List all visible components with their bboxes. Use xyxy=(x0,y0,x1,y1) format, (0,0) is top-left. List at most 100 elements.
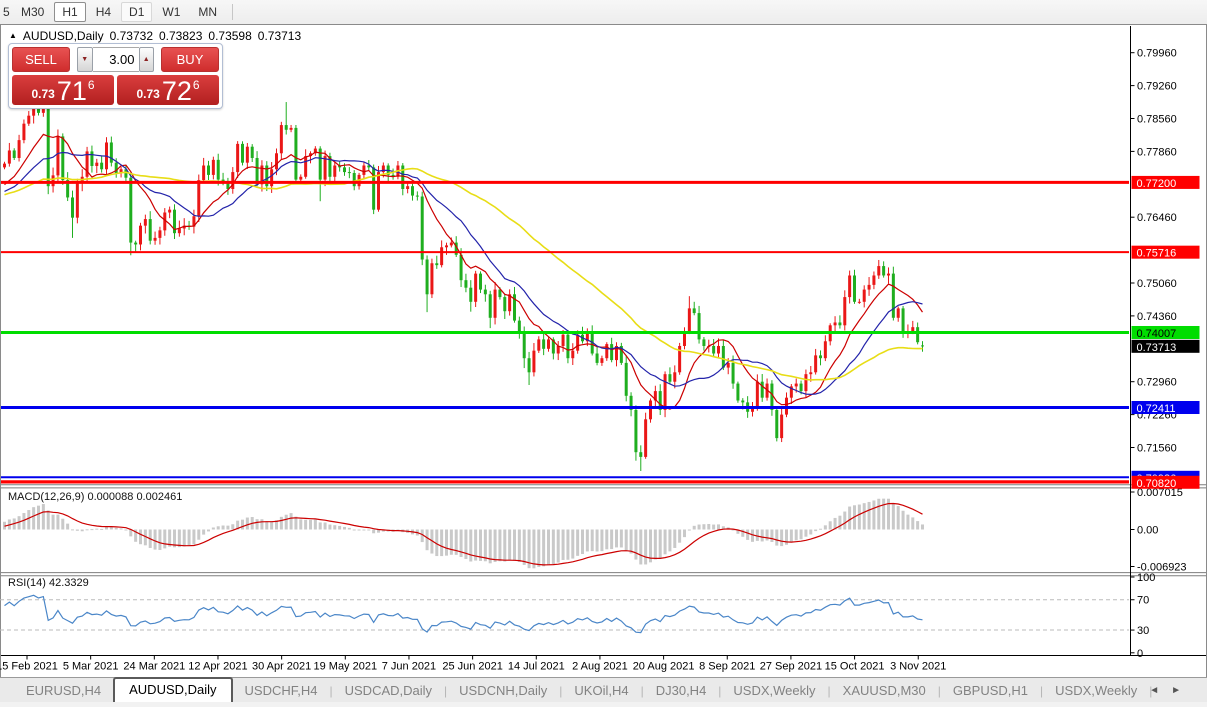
buy-price-display[interactable]: 0.73 72 6 xyxy=(117,75,219,105)
timeframe-button-w1[interactable]: W1 xyxy=(154,2,188,22)
macd-bar xyxy=(503,529,507,562)
candle-body xyxy=(891,273,895,318)
candle-body xyxy=(882,266,886,276)
macd-bar xyxy=(61,518,65,530)
candle-body xyxy=(687,308,691,332)
candle-body xyxy=(600,358,604,363)
volume-decrease-button[interactable]: ▼ xyxy=(76,47,93,72)
price-badge-label: 0.70820 xyxy=(1137,478,1177,490)
tab-scroll-right-icon[interactable]: ► xyxy=(1171,685,1193,696)
chart-tab-usdx-weekly[interactable]: USDX,Weekly xyxy=(1043,680,1149,702)
macd-bar xyxy=(100,528,104,530)
timeframe-button-5[interactable]: 5 xyxy=(0,2,11,22)
candle-body xyxy=(857,301,861,303)
toolbar-separator xyxy=(232,4,234,20)
chart-background xyxy=(0,24,1207,677)
macd-bar xyxy=(576,529,580,556)
candle-body xyxy=(780,414,784,439)
buy-button[interactable]: BUY xyxy=(161,47,219,72)
candle-body xyxy=(143,219,147,226)
macd-bar xyxy=(823,525,827,530)
candle-body xyxy=(595,353,599,363)
sell-price-prefix: 0.73 xyxy=(31,87,55,101)
candle-body xyxy=(644,419,648,457)
macd-bar xyxy=(270,521,274,530)
volume-increase-button[interactable]: ▲ xyxy=(138,47,155,72)
price-badge-label: 0.73713 xyxy=(1137,342,1177,354)
candle-body xyxy=(464,280,468,288)
macd-bar xyxy=(619,529,623,548)
candle-body xyxy=(134,242,138,245)
chart-title-row: ▲ AUDUSD,Daily 0.73732 0.73823 0.73598 0… xyxy=(9,29,301,43)
candle-body xyxy=(877,266,881,276)
macd-bar xyxy=(872,500,876,530)
chart-tab-usdchf-h4[interactable]: USDCHF,H4 xyxy=(233,680,330,702)
macd-bar xyxy=(362,529,366,531)
timeframe-button-mn[interactable]: MN xyxy=(190,2,225,22)
chart-tab-ukoil-h4[interactable]: UKOil,H4 xyxy=(562,680,640,702)
price-badge-label: 0.75716 xyxy=(1137,248,1177,260)
macd-bar xyxy=(551,529,555,565)
candle-body xyxy=(920,345,924,347)
candle-body xyxy=(129,177,133,243)
candle-body xyxy=(299,176,303,180)
candle-body xyxy=(197,180,201,217)
timeframe-button-h1[interactable]: H1 xyxy=(54,2,86,22)
chart-tab-bar: EURUSD,H4 AUDUSD,Daily USDCHF,H4 | USDCAD,Da… xyxy=(0,677,1207,702)
timeframe-button-m30[interactable]: M30 xyxy=(13,2,52,22)
macd-bar xyxy=(658,529,662,559)
candle-body xyxy=(794,383,798,387)
chart-tab-xauusd-m30[interactable]: XAUUSD,M30 xyxy=(831,680,938,702)
macd-bar xyxy=(192,529,196,545)
volume-input[interactable] xyxy=(92,47,139,72)
candle-body xyxy=(610,344,614,361)
candle-body xyxy=(3,163,6,168)
chart-tab-usdcad-daily[interactable]: USDCAD,Daily xyxy=(333,680,444,702)
macd-bar xyxy=(760,529,764,542)
chart-window: 0.79960 0.79260 0.78560 0.77860 0.76460 0.750… xyxy=(0,24,1207,677)
chart-tab-usdx-weekly[interactable]: USDX,Weekly xyxy=(721,680,827,702)
timeframe-button-d1[interactable]: D1 xyxy=(121,2,153,22)
macd-bar xyxy=(493,529,497,562)
macd-bar xyxy=(182,529,186,547)
rsi-axis-label: 100 xyxy=(1137,572,1155,584)
chart-tab-audusd-daily[interactable]: AUDUSD,Daily xyxy=(113,677,233,702)
macd-bar xyxy=(464,529,468,559)
price-chart-svg[interactable]: 0.79960 0.79260 0.78560 0.77860 0.76460 0.750… xyxy=(0,24,1207,677)
tab-scroll-left-icon[interactable]: ◄ xyxy=(1149,685,1171,696)
sell-price-display[interactable]: 0.73 71 6 xyxy=(12,75,114,105)
macd-bar xyxy=(32,507,36,530)
macd-bar xyxy=(357,529,361,531)
candle-body xyxy=(673,372,677,382)
sell-button[interactable]: SELL xyxy=(12,47,70,72)
macd-bar xyxy=(692,525,696,530)
macd-bar xyxy=(532,529,536,569)
date-label: 30 Apr 2021 xyxy=(252,661,311,673)
candle-body xyxy=(352,173,356,187)
candle-body xyxy=(440,247,444,266)
candle-body xyxy=(56,136,60,176)
chart-collapse-icon[interactable]: ▲ xyxy=(9,31,17,40)
chart-tab-eurusd-h4[interactable]: EURUSD,H4 xyxy=(14,680,113,702)
candle-body xyxy=(138,225,142,245)
date-label: 14 Jul 2021 xyxy=(508,661,565,673)
macd-bar xyxy=(289,513,293,530)
chart-tab-gbpusd-h1[interactable]: GBPUSD,H1 xyxy=(941,680,1040,702)
candle-body xyxy=(206,165,210,175)
rsi-value: 42.3329 xyxy=(48,577,89,589)
price-axis-label: 0.77860 xyxy=(1137,146,1177,158)
macd-bar xyxy=(114,527,118,530)
macd-bar xyxy=(857,504,861,530)
macd-bar xyxy=(668,529,672,552)
macd-bar xyxy=(522,529,526,565)
candle-body xyxy=(896,308,900,318)
date-label: 19 May 2021 xyxy=(313,661,377,673)
chart-tab-dj30-h4[interactable]: DJ30,H4 xyxy=(644,680,719,702)
candle-body xyxy=(483,289,487,295)
candle-body xyxy=(571,350,575,359)
tab-scroll-arrows[interactable]: ◄► xyxy=(1149,685,1193,696)
timeframe-button-h4[interactable]: H4 xyxy=(88,2,119,22)
chart-tab-usdcnh-daily[interactable]: USDCNH,Daily xyxy=(447,680,559,702)
candle-body xyxy=(410,186,414,196)
macd-bar xyxy=(75,529,79,531)
